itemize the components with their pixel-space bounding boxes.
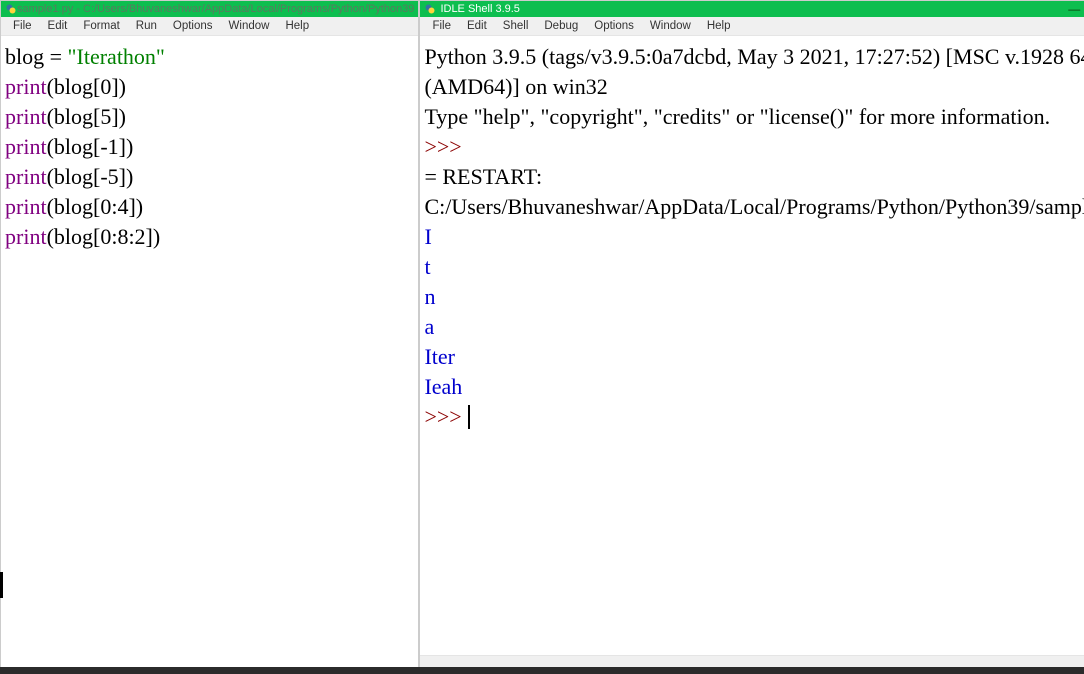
editor-menubar: File Edit Format Run Options Window Help — [1, 17, 418, 36]
shell-titlebar[interactable]: IDLE Shell 3.9.5 — ☐ ✕ — [420, 1, 1084, 17]
menu-shell[interactable]: Shell — [495, 18, 537, 34]
shell-banner: Python 3.9.5 (tags/v3.9.5:0a7dcbd, May 3… — [424, 42, 1084, 102]
shell-restart: = RESTART: C:/Users/Bhuvaneshwar/AppData… — [424, 162, 1084, 222]
code-line: print(blog[0]) — [5, 72, 414, 102]
shell-output: n — [424, 282, 1084, 312]
decorative-edge — [0, 572, 3, 598]
code-line: print(blog[5]) — [5, 102, 414, 132]
editor-content[interactable]: blog = "Iterathon" print(blog[0]) print(… — [1, 36, 418, 673]
shell-output: Iter — [424, 342, 1084, 372]
code-line: print(blog[0:4]) — [5, 192, 414, 222]
taskbar-strip — [0, 667, 1084, 674]
python-icon — [424, 3, 436, 15]
menu-help[interactable]: Help — [277, 18, 317, 34]
menu-help[interactable]: Help — [699, 18, 739, 34]
shell-title: IDLE Shell 3.9.5 — [440, 3, 520, 15]
shell-content[interactable]: Python 3.9.5 (tags/v3.9.5:0a7dcbd, May 3… — [420, 36, 1084, 655]
shell-output: Ieah — [424, 372, 1084, 402]
code-line: print(blog[-1]) — [5, 132, 414, 162]
menu-edit[interactable]: Edit — [459, 18, 495, 34]
menu-window[interactable]: Window — [221, 18, 278, 34]
editor-title: sample1.py - C:/Users/Bhuvaneshwar/AppDa… — [17, 3, 414, 15]
code-line: blog = "Iterathon" — [5, 42, 414, 72]
menu-edit[interactable]: Edit — [40, 18, 76, 34]
python-icon — [5, 3, 17, 15]
shell-output: I — [424, 222, 1084, 252]
editor-window: sample1.py - C:/Users/Bhuvaneshwar/AppDa… — [0, 0, 419, 674]
minimize-button[interactable]: — — [1061, 2, 1084, 16]
code-line: print(blog[-5]) — [5, 162, 414, 192]
shell-prompt-line: >>> — [424, 402, 1084, 432]
menu-file[interactable]: File — [5, 18, 40, 34]
code-line: print(blog[0:8:2]) — [5, 222, 414, 252]
menu-file[interactable]: File — [424, 18, 459, 34]
menu-options[interactable]: Options — [165, 18, 221, 34]
menu-options[interactable]: Options — [586, 18, 642, 34]
shell-output: a — [424, 312, 1084, 342]
text-cursor — [468, 405, 470, 429]
menu-format[interactable]: Format — [75, 18, 127, 34]
shell-output: t — [424, 252, 1084, 282]
menu-window[interactable]: Window — [642, 18, 699, 34]
shell-menubar: File Edit Shell Debug Options Window Hel… — [420, 17, 1084, 36]
menu-debug[interactable]: Debug — [536, 18, 586, 34]
menu-run[interactable]: Run — [128, 18, 165, 34]
shell-banner: Type "help", "copyright", "credits" or "… — [424, 102, 1084, 132]
shell-window: IDLE Shell 3.9.5 — ☐ ✕ File Edit Shell D… — [419, 0, 1084, 674]
shell-prompt-line: >>> — [424, 132, 1084, 162]
editor-titlebar[interactable]: sample1.py - C:/Users/Bhuvaneshwar/AppDa… — [1, 1, 418, 17]
